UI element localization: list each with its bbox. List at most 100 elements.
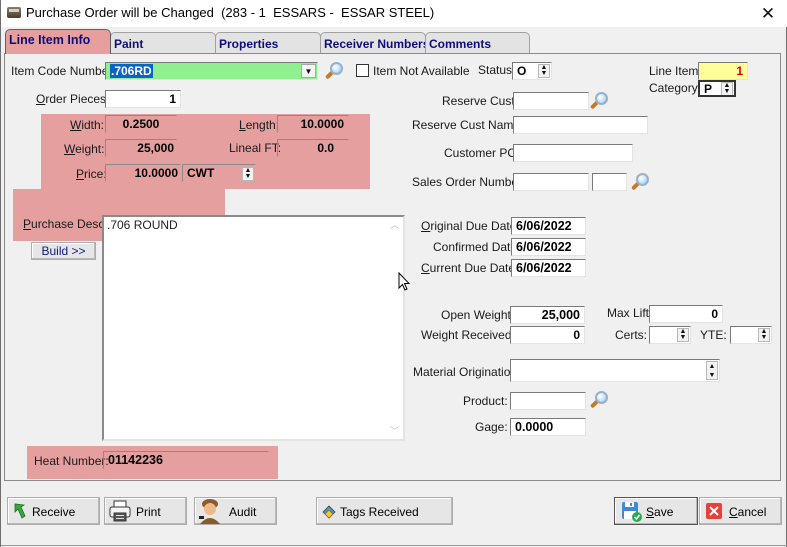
lineal-ft-label: Lineal FT: [229,141,282,155]
weight-field: 25,000 [105,139,177,157]
save-label: SSaveave [646,505,674,519]
spin-arrows-icon[interactable]: ▲ ▼ [242,167,254,181]
save-button[interactable]: SSaveave [614,497,698,525]
price-unit-spinner[interactable]: CWT ▲ ▼ [182,164,256,182]
magnifier-icon [595,391,608,404]
certs-spinner[interactable]: ▲ ▼ [649,326,691,344]
category-spinner[interactable]: P ▲ ▼ [698,80,736,97]
spin-arrows-icon[interactable]: ▲ ▼ [721,82,733,95]
yte-label: YTE: [700,328,727,342]
original-due-date-label: Original Due Date: [421,219,520,233]
footer-toolbar: Receive Print Audit Tags Received Save C… [1,482,787,547]
magnifier-icon [330,62,343,75]
tags-received-label: Tags Received [340,505,419,519]
sales-order-number-input[interactable] [513,173,589,191]
magnifier-icon [595,92,608,105]
current-due-date-field[interactable]: 6/06/2022 [511,259,586,277]
category-value: P [704,82,713,96]
confirmed-date-label: Confirmed Date: [433,240,521,254]
reserve-cust-search-button[interactable] [589,91,610,111]
item-code-search-button[interactable] [324,61,345,81]
chevron-down-icon[interactable]: ▼ [301,64,316,78]
audit-button[interactable]: Audit [194,497,277,525]
length-field: 10.0000 [277,115,349,133]
lineal-ft-field: 0.0 [277,139,349,157]
build-button[interactable]: Build >> [31,242,96,260]
tab-properties[interactable]: Properties [215,32,321,53]
sales-order-search-button[interactable] [630,172,651,192]
price-field: 10.0000 [105,164,181,182]
width-label: Width: [70,118,105,132]
product-input[interactable] [510,392,586,410]
receive-button[interactable]: Receive [7,497,100,525]
purchase-desc-textarea[interactable]: .706 ROUND ︿ ﹀ [102,215,405,441]
spin-arrows-icon[interactable]: ▲ ▼ [677,328,689,342]
item-code-value: .706RD [110,64,153,78]
footer-divider [1,545,787,546]
audit-label: Audit [229,505,257,519]
magnifier-icon [636,173,649,186]
print-button[interactable]: Print [104,497,187,525]
print-label: Print [136,505,161,519]
weight-received-label: Weight Received: [421,328,515,342]
customer-po-input[interactable] [513,144,633,162]
reserve-cust-name-input[interactable] [513,116,648,134]
yte-spinner[interactable]: ▲ ▼ [730,326,772,344]
tags-received-button[interactable]: Tags Received [316,497,453,525]
open-weight-label: Open Weight: [441,308,515,322]
heat-number-label: Heat Number: [34,454,109,468]
tab-line-item-info[interactable]: Line Item Info [5,29,111,54]
price-label: Price: [76,167,107,181]
category-label: Category: [649,81,702,95]
reserve-cust-label: Reserve Cust: [442,94,519,108]
line-item-label: Line Item: [649,64,702,78]
close-button[interactable]: ✕ [748,0,787,27]
order-pieces-input[interactable]: 1 [105,90,181,108]
width-field: 0.2500 [105,115,177,133]
tags-icon [322,505,336,519]
purchase-desc-scrollbar[interactable]: ︿ ﹀ [386,217,403,439]
close-icon: ✕ [760,4,776,23]
length-label: Length: [239,118,280,132]
weight-label: Weight: [64,142,105,156]
gage-input[interactable]: 0.0000 [510,418,586,436]
cancel-label: Cancel [729,505,767,519]
confirmed-date-field[interactable]: 6/06/2022 [511,238,586,256]
tab-receiver-numbers[interactable]: Receiver Numbers [320,32,429,53]
tab-comments[interactable]: Comments [425,32,530,53]
product-search-button[interactable] [589,390,610,410]
sales-order-line-input[interactable] [592,173,627,191]
window-title: Purchase Order will be Changed (283 - 1 … [26,5,435,20]
spin-arrows-icon[interactable]: ▲ ▼ [538,64,550,78]
receive-arrow-icon [14,503,26,519]
status-value: O [517,64,527,78]
receive-label: Receive [32,505,76,519]
reserve-cust-input[interactable] [513,92,589,110]
item-code-label: Item Code Number: [11,64,116,78]
tab-paint[interactable]: Paint [110,32,216,53]
material-origination-label: Material Origination: [413,365,521,379]
printer-icon [109,500,131,522]
item-not-available-checkbox[interactable] [356,64,369,77]
status-spinner[interactable]: O ▲ ▼ [512,62,552,80]
cancel-button[interactable]: Cancel [699,497,782,525]
order-pieces-label: Order Pieces: [36,92,110,106]
material-origination-select[interactable]: ▲ ▼ [510,359,720,382]
certs-label: Certs: [615,328,648,342]
scroll-down-icon[interactable]: ﹀ [386,423,403,439]
weight-received-field: 0 [510,326,585,344]
current-due-date-label: Current Due Date: [421,261,519,275]
original-due-date-field[interactable]: 6/06/2022 [511,217,586,235]
open-weight-field: 25,000 [510,306,585,324]
spin-arrows-icon[interactable]: ▲ ▼ [706,361,718,380]
item-not-available-label: Item Not Available [373,64,470,78]
spin-arrows-icon[interactable]: ▲ ▼ [758,328,770,342]
sales-order-number-label: Sales Order Number: [412,175,526,189]
reserve-cust-name-label: Reserve Cust Name: [412,118,524,132]
customer-po-label: Customer PO: [444,146,521,160]
max-lift-label: Max Lift: [607,306,653,320]
item-code-combo[interactable]: .706RD ▼ [105,62,318,80]
max-lift-input[interactable]: 0 [649,305,723,323]
product-label: Product: [463,394,508,408]
scroll-up-icon[interactable]: ︿ [386,217,403,233]
